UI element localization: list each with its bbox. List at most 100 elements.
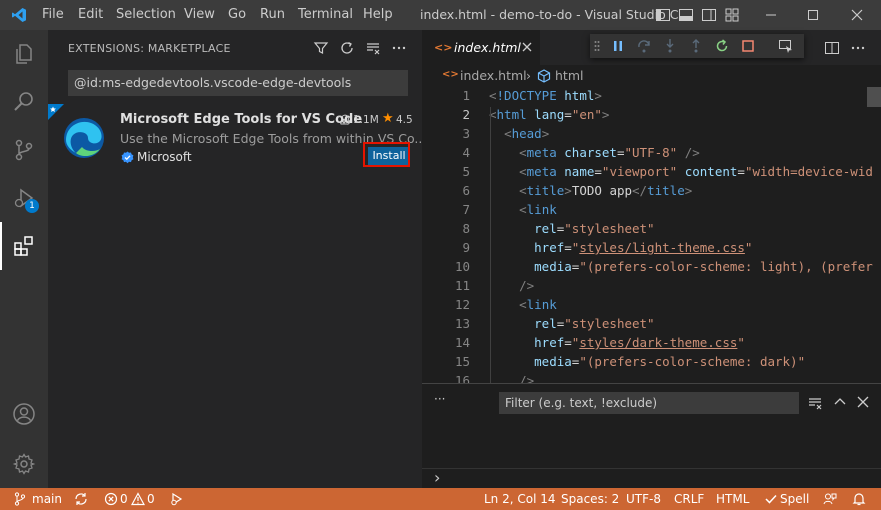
- code-line: />: [519, 373, 535, 383]
- restart-icon[interactable]: [714, 38, 730, 54]
- code-line: <html lang="en">: [489, 107, 610, 122]
- menu-help[interactable]: Help: [363, 0, 393, 30]
- close-window-icon[interactable]: [850, 8, 864, 22]
- toggle-secondary-sidebar-icon[interactable]: [701, 7, 717, 23]
- notifications-bell-icon[interactable]: [852, 492, 866, 506]
- line-number-current: 2: [462, 107, 470, 122]
- code-editor[interactable]: 1 2 3 4 5 6 7 8 9 10 11 12 13 14 15 16 <…: [422, 87, 881, 383]
- spell-label[interactable]: Spell: [780, 488, 809, 510]
- live-share-icon[interactable]: [170, 492, 184, 506]
- error-icon: [104, 492, 118, 506]
- console-prompt-icon[interactable]: ›: [434, 469, 440, 487]
- end-of-line[interactable]: CRLF: [674, 488, 704, 510]
- element-symbol-icon: [537, 69, 551, 83]
- explorer-icon[interactable]: [0, 30, 48, 78]
- line-number: 3: [462, 126, 470, 141]
- source-control-icon[interactable]: [0, 126, 48, 174]
- editor-more-actions-icon[interactable]: [850, 40, 866, 56]
- menu-file[interactable]: File: [42, 0, 64, 30]
- sync-icon[interactable]: [74, 492, 88, 506]
- edge-logo-icon: [62, 116, 106, 160]
- vscode-logo-icon: [11, 7, 27, 23]
- clear-results-icon[interactable]: [365, 40, 381, 56]
- extensions-search-input[interactable]: @id:ms-edgedevtools.vscode-edge-devtools: [68, 70, 408, 96]
- clear-output-icon[interactable]: [807, 395, 823, 411]
- indentation[interactable]: Spaces: 2: [561, 488, 619, 510]
- close-panel-icon[interactable]: [856, 395, 870, 409]
- bottom-panel: ··· Filter (e.g. text, !exclude) ›: [422, 383, 881, 489]
- toggle-panel-icon[interactable]: [678, 7, 694, 23]
- code-line: href="styles/dark-theme.css": [534, 335, 745, 350]
- settings-gear-icon[interactable]: [0, 440, 48, 488]
- filter-icon[interactable]: [313, 40, 329, 56]
- stop-icon[interactable]: [740, 38, 756, 54]
- panel-filter-input[interactable]: Filter (e.g. text, !exclude): [499, 392, 799, 414]
- line-number: 6: [462, 183, 470, 198]
- search-icon[interactable]: [0, 78, 48, 126]
- rating-value: 4.5: [396, 114, 413, 126]
- tab-index-html[interactable]: <> index.html: [422, 30, 540, 65]
- menu-go[interactable]: Go: [228, 0, 246, 30]
- html-file-icon: <>: [434, 41, 453, 54]
- drag-handle-icon[interactable]: [594, 40, 600, 52]
- branch-name[interactable]: main: [32, 488, 62, 510]
- extensions-sidebar: EXTENSIONS: MARKETPLACE @id:ms-edgedevto…: [48, 30, 426, 488]
- accounts-icon[interactable]: [0, 390, 48, 438]
- panel-more-icon[interactable]: ···: [434, 392, 445, 406]
- menu-edit[interactable]: Edit: [78, 0, 103, 30]
- sidebar-title: EXTENSIONS: MARKETPLACE: [68, 42, 231, 55]
- debug-toolbar: [590, 34, 804, 58]
- menu-selection[interactable]: Selection: [116, 0, 176, 30]
- menu-run[interactable]: Run: [260, 0, 285, 30]
- line-number: 12: [454, 297, 470, 312]
- maximize-icon[interactable]: [806, 8, 820, 22]
- breadcrumb: <> index.html › html: [422, 65, 881, 87]
- customize-layout-icon[interactable]: [724, 7, 740, 23]
- step-out-icon[interactable]: [688, 38, 704, 54]
- extension-name[interactable]: Microsoft Edge Tools for VS Code: [120, 112, 362, 127]
- line-number: 10: [454, 259, 470, 274]
- step-into-icon[interactable]: [662, 38, 678, 54]
- cursor-position[interactable]: Ln 2, Col 14: [484, 488, 556, 510]
- indent-guide: [490, 107, 491, 383]
- warning-icon: [131, 492, 145, 506]
- inspect-icon[interactable]: [778, 38, 794, 54]
- breadcrumb-html-file-icon: <>: [442, 69, 459, 80]
- code-line: <head>: [504, 126, 550, 141]
- refresh-icon[interactable]: [339, 40, 355, 56]
- feedback-icon[interactable]: [823, 492, 837, 506]
- title-bar: File Edit Selection View Go Run Terminal…: [0, 0, 881, 30]
- line-number: 5: [462, 164, 470, 179]
- maximize-panel-icon[interactable]: [833, 395, 847, 409]
- code-line: rel="stylesheet": [534, 221, 655, 236]
- minimize-icon[interactable]: [764, 8, 778, 22]
- more-actions-icon[interactable]: [391, 40, 407, 56]
- toggle-primary-sidebar-icon[interactable]: [655, 7, 671, 23]
- step-over-icon[interactable]: [636, 38, 652, 54]
- warning-count[interactable]: 0: [147, 488, 155, 510]
- language-mode[interactable]: HTML: [716, 488, 749, 510]
- split-editor-icon[interactable]: [824, 40, 840, 56]
- line-number: 15: [454, 354, 470, 369]
- error-count[interactable]: 0: [120, 488, 128, 510]
- encoding[interactable]: UTF-8: [626, 488, 661, 510]
- download-count: 1.1M: [353, 114, 379, 126]
- run-and-debug-icon[interactable]: [0, 174, 48, 222]
- window-title: index.html - demo-to-do - Visual Studio …: [420, 7, 691, 22]
- editor-scrollbar-thumb[interactable]: [867, 87, 881, 107]
- code-line: />: [519, 278, 535, 293]
- line-number: 8: [462, 221, 470, 236]
- code-line: media="(prefers-color-scheme: light), (p…: [534, 259, 873, 274]
- breadcrumb-file[interactable]: index.html: [460, 68, 527, 83]
- pause-icon[interactable]: [610, 38, 626, 54]
- close-tab-icon[interactable]: [521, 41, 533, 53]
- line-number: 11: [454, 278, 470, 293]
- code-line: <!DOCTYPE html>: [489, 88, 602, 103]
- rating-star-icon: ★: [382, 111, 394, 126]
- line-number: 14: [454, 335, 470, 350]
- breadcrumb-element[interactable]: html: [555, 68, 583, 83]
- code-line: <meta charset="UTF-8" />: [519, 145, 700, 160]
- extensions-icon[interactable]: [0, 222, 48, 270]
- menu-view[interactable]: View: [184, 0, 215, 30]
- menu-terminal[interactable]: Terminal: [298, 0, 353, 30]
